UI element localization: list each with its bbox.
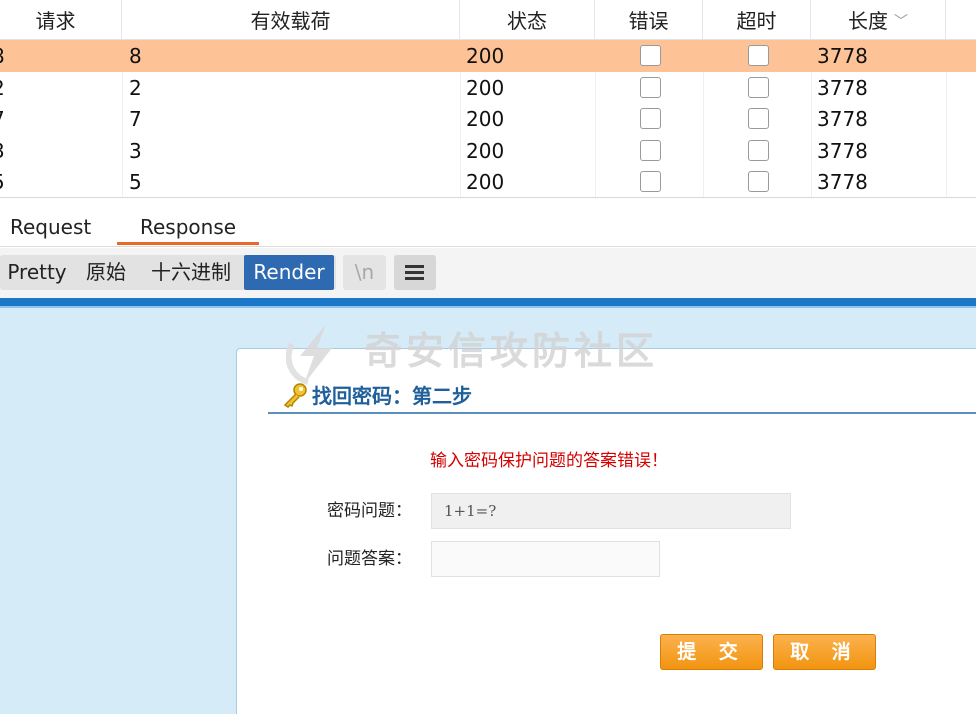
length-cell: 3778 xyxy=(817,139,868,163)
status-cell: 200 xyxy=(466,107,505,131)
request-cell: 7 xyxy=(0,103,5,134)
error-checkbox[interactable] xyxy=(640,45,661,66)
payload-cell: 2 xyxy=(129,76,142,100)
request-cell: 2 xyxy=(0,72,5,103)
length-cell: 3778 xyxy=(817,107,868,131)
answer-label: 问题答案： xyxy=(327,549,412,569)
error-checkbox[interactable] xyxy=(640,108,661,129)
error-checkbox[interactable] xyxy=(640,171,661,192)
column-header-error[interactable]: 错误 xyxy=(595,0,703,40)
chevron-down-icon: ﹀ xyxy=(894,14,908,30)
timeout-checkbox[interactable] xyxy=(748,140,769,161)
newline-toggle-button[interactable]: \n xyxy=(343,255,386,290)
timeout-checkbox[interactable] xyxy=(748,77,769,98)
hamburger-menu-icon xyxy=(405,265,424,280)
error-message: 输入密码保护问题的答案错误！ xyxy=(430,451,668,471)
column-header-request[interactable]: 请求 xyxy=(0,0,122,40)
table-row[interactable]: 7 7 200 3778 xyxy=(0,103,976,135)
timeout-checkbox[interactable] xyxy=(748,171,769,192)
question-field: 1+1=? xyxy=(431,493,791,529)
tab-request[interactable]: Request xyxy=(10,209,91,245)
table-row[interactable]: 3 3 200 3778 xyxy=(0,135,976,167)
length-cell: 3778 xyxy=(817,170,868,194)
length-cell: 3778 xyxy=(817,44,868,68)
table-row[interactable]: 5 5 200 3778 xyxy=(0,166,976,197)
payload-cell: 3 xyxy=(129,139,142,163)
lightning-logo-icon xyxy=(286,323,332,385)
watermark: 奇安信攻防社区 xyxy=(286,316,658,386)
status-cell: 200 xyxy=(466,170,505,194)
title-divider xyxy=(268,412,976,414)
request-cell: 3 xyxy=(0,135,5,166)
render-button[interactable]: Render xyxy=(244,255,334,290)
options-menu-button[interactable] xyxy=(394,255,436,290)
timeout-checkbox[interactable] xyxy=(748,108,769,129)
column-header-status[interactable]: 状态 xyxy=(460,0,595,40)
column-header-timeout[interactable]: 超时 xyxy=(703,0,811,40)
key-icon xyxy=(283,383,307,408)
results-table: 请求 有效载荷 状态 错误 超时 长度﹀ 8 8 200 3778 2 2 20… xyxy=(0,0,976,198)
hex-button[interactable]: 十六进制 xyxy=(143,255,239,290)
section-title: 找回密码：第二步 xyxy=(312,384,472,408)
payload-cell: 8 xyxy=(129,44,142,68)
request-cell: 8 xyxy=(0,40,5,71)
status-cell: 200 xyxy=(466,139,505,163)
timeout-checkbox[interactable] xyxy=(748,45,769,66)
tab-response[interactable]: Response xyxy=(117,209,260,245)
error-checkbox[interactable] xyxy=(640,77,661,98)
pretty-button[interactable]: Pretty xyxy=(6,255,68,290)
table-header: 请求 有效载荷 状态 错误 超时 长度 ﹀ xyxy=(0,0,976,40)
payload-cell: 7 xyxy=(129,107,142,131)
raw-button[interactable]: 原始 xyxy=(78,255,134,290)
view-toolbar: Pretty 原始 十六进制 Render \n xyxy=(0,248,976,298)
length-cell: 3778 xyxy=(817,76,868,100)
status-cell: 200 xyxy=(466,44,505,68)
request-cell: 5 xyxy=(0,166,5,197)
view-mode-group: Pretty 原始 十六进制 Render xyxy=(0,255,336,290)
payload-cell: 5 xyxy=(129,170,142,194)
table-row[interactable]: 8 8 200 3778 xyxy=(0,40,976,72)
message-tabs: Request Response xyxy=(0,199,976,247)
answer-input[interactable] xyxy=(431,541,660,577)
page-header-band xyxy=(0,298,976,308)
column-header-length[interactable]: 长度 ﹀ xyxy=(811,0,946,40)
question-label: 密码问题： xyxy=(327,501,412,521)
status-cell: 200 xyxy=(466,76,505,100)
error-checkbox[interactable] xyxy=(640,140,661,161)
cancel-button[interactable]: 取 消 xyxy=(773,634,876,670)
column-header-payload[interactable]: 有效载荷 xyxy=(122,0,460,40)
submit-button[interactable]: 提 交 xyxy=(660,634,763,670)
table-row[interactable]: 2 2 200 3778 xyxy=(0,72,976,104)
